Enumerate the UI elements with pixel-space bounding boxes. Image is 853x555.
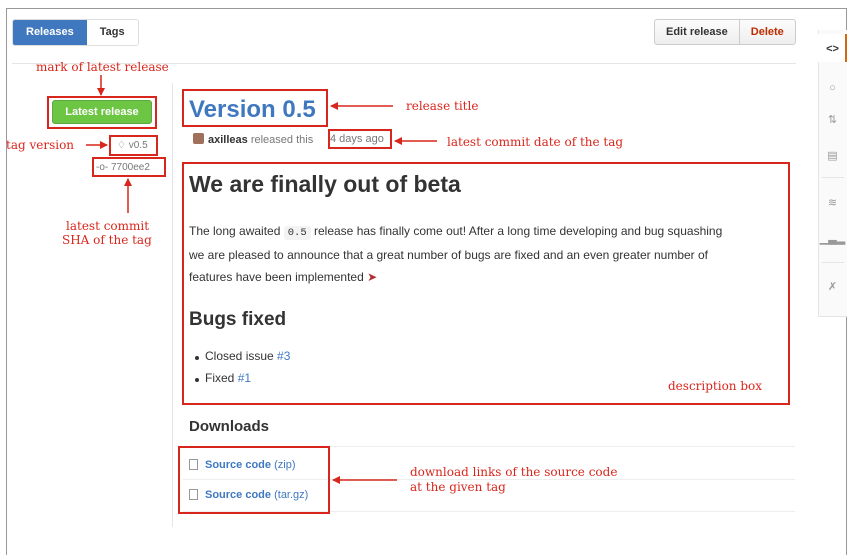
annotation-sha-line1: latest commit (66, 219, 150, 233)
annotation-download-line2: at the given tag (410, 480, 506, 494)
annotation-tag-version: tag version (6, 138, 75, 152)
annotation-latest-mark: mark of latest release (36, 60, 169, 74)
annotation-description-box: description box (668, 379, 763, 393)
annotation-download-line1: download links of the source code (410, 465, 618, 479)
annotation-release-title: release title (406, 99, 479, 113)
annotation-commit-date: latest commit date of the tag (447, 135, 624, 149)
annotation-sha-line2: SHA of the tag (62, 233, 152, 247)
